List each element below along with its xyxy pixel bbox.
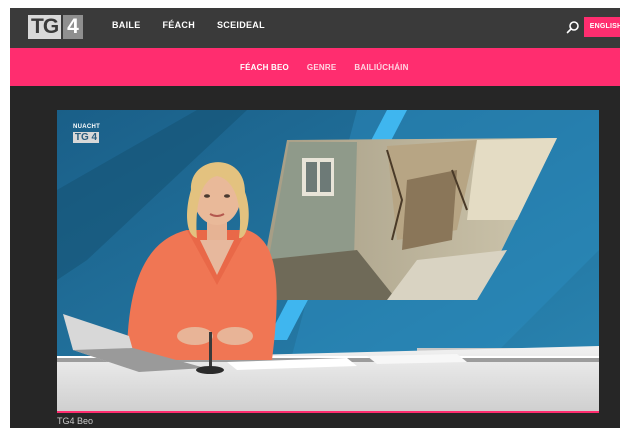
video-progress-bar (57, 411, 599, 413)
logo-tg: TG (28, 15, 62, 39)
search-icon[interactable] (566, 20, 580, 34)
video-frame (57, 110, 599, 412)
subnav-item-bailiuchain[interactable]: BAILIÚCHÁIN (354, 63, 408, 72)
subnav-item-genre[interactable]: GENRE (307, 63, 336, 72)
nav-item-baile[interactable]: BAILE (112, 20, 141, 30)
sub-navigation: FÉACH BEO GENRE BAILIÚCHÁIN (10, 48, 620, 86)
channel-bug-nuacht: NUACHT (73, 124, 101, 130)
channel-bug-tg4: TG 4 (73, 132, 99, 143)
app-frame: TG 4 BAILE FÉACH SCEIDEAL ENGLISH FÉACH … (10, 8, 620, 428)
logo-four: 4 (63, 15, 83, 39)
video-caption: TG4 Beo (57, 416, 94, 426)
tg4-logo[interactable]: TG 4 (28, 15, 83, 39)
nav-item-feach[interactable]: FÉACH (163, 20, 196, 30)
top-navigation: TG 4 BAILE FÉACH SCEIDEAL ENGLISH (10, 8, 620, 48)
main-nav: BAILE FÉACH SCEIDEAL (112, 20, 265, 30)
nav-item-sceideal[interactable]: SCEIDEAL (217, 20, 265, 30)
live-video-player[interactable]: NUACHT TG 4 (57, 110, 599, 412)
subnav-item-feach-beo[interactable]: FÉACH BEO (240, 63, 289, 72)
nuacht-tg4-channel-bug: NUACHT TG 4 (73, 124, 103, 143)
english-language-button[interactable]: ENGLISH (584, 17, 620, 37)
